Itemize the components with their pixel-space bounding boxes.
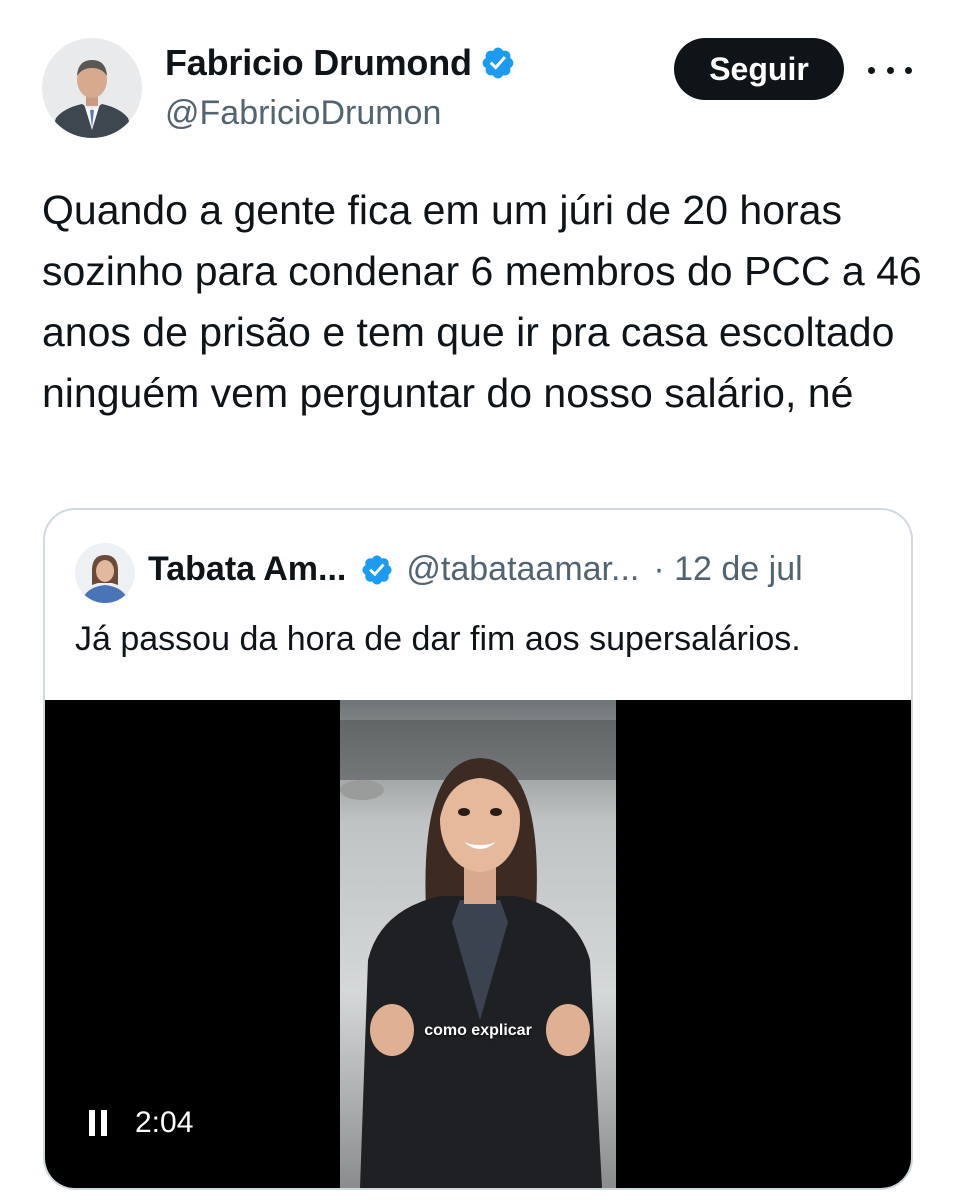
quoted-tweet-card[interactable]: Tabata Am... @tabataamar... · 12 de jul … bbox=[43, 508, 913, 1190]
quoted-author-name[interactable]: Tabata Am... bbox=[148, 550, 346, 589]
quoted-author-avatar[interactable] bbox=[75, 543, 135, 603]
author-handle[interactable]: @FabricioDrumon bbox=[165, 94, 441, 133]
video-caption: como explicar bbox=[424, 1022, 532, 1039]
video-player[interactable]: como explicar 2:04 bbox=[45, 700, 911, 1188]
quoted-author-handle[interactable]: @tabataamar... bbox=[406, 550, 639, 589]
follow-button[interactable]: Seguir bbox=[674, 38, 844, 100]
video-time: 2:04 bbox=[135, 1106, 194, 1139]
author-avatar[interactable] bbox=[42, 38, 142, 138]
more-horizontal-icon[interactable] bbox=[868, 60, 912, 80]
pause-icon[interactable] bbox=[87, 1108, 111, 1138]
quoted-tweet-text: Já passou da hora de dar fim aos supersa… bbox=[75, 620, 801, 658]
author-name[interactable]: Fabricio Drumond bbox=[165, 42, 472, 84]
tweet-text: Quando a gente fica em um júri de 20 hor… bbox=[42, 187, 922, 416]
verified-badge-icon bbox=[362, 554, 392, 585]
quoted-tweet-date[interactable]: · 12 de jul bbox=[653, 550, 802, 589]
video-frame[interactable]: como explicar bbox=[340, 700, 616, 1188]
verified-badge-icon bbox=[482, 47, 514, 79]
